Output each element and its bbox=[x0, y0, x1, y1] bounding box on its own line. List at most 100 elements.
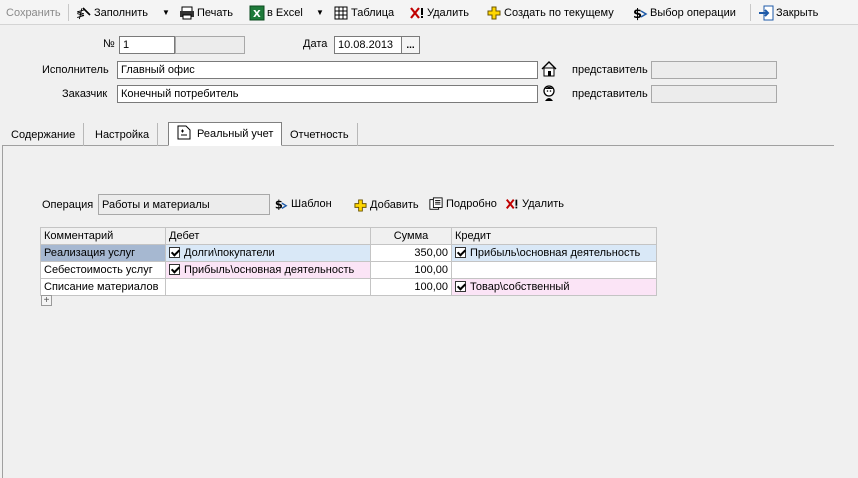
credit-checkbox[interactable] bbox=[455, 247, 466, 258]
delete-icon bbox=[409, 5, 425, 21]
document-icon bbox=[177, 125, 191, 143]
column-header-credit[interactable]: Кредит bbox=[451, 227, 657, 245]
sum-cell[interactable]: 100,00 bbox=[370, 261, 452, 279]
executor-field[interactable]: Главный офис bbox=[117, 61, 538, 79]
plus-icon bbox=[486, 5, 502, 21]
save-label: Сохранить bbox=[6, 6, 61, 19]
add-button[interactable]: Добавить bbox=[353, 198, 419, 212]
create-from-current-button[interactable]: Создать по текущему bbox=[486, 3, 614, 22]
details-icon bbox=[429, 197, 443, 211]
column-header-debit[interactable]: Дебет bbox=[165, 227, 371, 245]
date-picker-button[interactable]: ... bbox=[401, 36, 420, 54]
template-button[interactable]: $ Шаблон bbox=[274, 197, 332, 211]
tab-content-label: Содержание bbox=[11, 128, 76, 141]
excel-button[interactable]: X в Excel bbox=[249, 3, 303, 22]
debit-cell[interactable] bbox=[165, 278, 371, 296]
excel-dropdown-arrow[interactable]: ▼ bbox=[316, 3, 324, 22]
sum-cell[interactable]: 100,00 bbox=[370, 278, 452, 296]
add-label: Добавить bbox=[370, 199, 419, 211]
executor-representative-label: представитель bbox=[572, 64, 648, 76]
delete-icon bbox=[505, 197, 519, 211]
executor-label: Исполнитель bbox=[42, 64, 109, 76]
delete-button[interactable]: Удалить bbox=[409, 3, 469, 22]
operation-label: Операция bbox=[42, 199, 94, 211]
credit-cell[interactable] bbox=[451, 261, 657, 279]
table-icon bbox=[333, 5, 349, 21]
delete-entry-label: Удалить bbox=[522, 198, 564, 210]
credit-cell[interactable]: Прибыль\основная деятельность bbox=[451, 244, 657, 262]
number-field[interactable]: 1 bbox=[119, 36, 175, 54]
comment-cell[interactable]: Списание материалов bbox=[40, 278, 166, 296]
save-button[interactable]: Сохранить bbox=[6, 3, 61, 22]
number-label: № bbox=[103, 38, 115, 50]
credit-text: Прибыль\основная деятельность bbox=[470, 247, 641, 259]
template-label: Шаблон bbox=[291, 198, 332, 210]
right-margin bbox=[834, 145, 858, 478]
executor-representative-field bbox=[651, 61, 777, 79]
credit-text: Товар\собственный bbox=[470, 281, 570, 293]
debit-checkbox[interactable] bbox=[169, 247, 180, 258]
entries-table: Комментарий Дебет Сумма Кредит Реализаци… bbox=[40, 227, 657, 296]
number-suffix-field bbox=[175, 36, 245, 54]
print-label: Печать bbox=[197, 6, 234, 19]
table-row[interactable]: Реализация услуг Долги\покупатели 350,00… bbox=[40, 244, 657, 262]
close-button[interactable]: Закрыть bbox=[758, 3, 818, 22]
close-label: Закрыть bbox=[776, 6, 819, 19]
customer-representative-label: представитель bbox=[572, 88, 648, 100]
tab-settings-label: Настройка bbox=[95, 128, 150, 141]
toolbar-divider bbox=[750, 4, 751, 21]
excel-label: в Excel bbox=[267, 6, 303, 19]
person-icon[interactable] bbox=[540, 84, 558, 102]
comment-cell[interactable]: Себестоимость услуг bbox=[40, 261, 166, 279]
table-button[interactable]: Таблица bbox=[333, 3, 394, 22]
tab-reports-label: Отчетность bbox=[290, 128, 349, 141]
excel-icon: X bbox=[249, 5, 265, 21]
customer-field[interactable]: Конечный потребитель bbox=[117, 85, 538, 103]
column-header-comment[interactable]: Комментарий bbox=[40, 227, 166, 245]
credit-checkbox[interactable] bbox=[455, 281, 466, 292]
details-label: Подробно bbox=[446, 198, 497, 210]
table-row[interactable]: Себестоимость услуг Прибыль\основная дея… bbox=[40, 261, 657, 279]
debit-text: Прибыль\основная деятельность bbox=[184, 264, 355, 276]
fill-label: Заполнить bbox=[94, 6, 149, 19]
plus-icon bbox=[353, 198, 367, 212]
date-label: Дата bbox=[303, 38, 328, 50]
tab-real-accounting-label: Реальный учет bbox=[197, 128, 274, 140]
printer-icon bbox=[179, 5, 195, 21]
fill-dropdown-arrow[interactable]: ▼ bbox=[162, 3, 170, 22]
print-button[interactable]: Печать bbox=[179, 3, 233, 22]
operation-field[interactable]: Работы и материалы bbox=[98, 194, 270, 215]
select-operation-label: Выбор операции bbox=[650, 6, 736, 19]
sum-cell[interactable]: 350,00 bbox=[370, 244, 452, 262]
table-header-row: Комментарий Дебет Сумма Кредит bbox=[40, 227, 657, 245]
home-icon[interactable] bbox=[540, 60, 558, 78]
add-row-button[interactable]: + bbox=[41, 295, 52, 306]
customer-label: Заказчик bbox=[62, 88, 108, 100]
fill-icon: ≸ bbox=[76, 5, 92, 21]
details-button[interactable]: Подробно bbox=[429, 197, 497, 211]
credit-cell[interactable]: Товар\собственный bbox=[451, 278, 657, 296]
svg-text:X: X bbox=[253, 9, 261, 20]
debit-text: Долги\покупатели bbox=[184, 247, 275, 259]
svg-text:$: $ bbox=[275, 197, 283, 211]
table-label: Таблица bbox=[351, 6, 395, 19]
create-from-current-label: Создать по текущему bbox=[504, 6, 614, 19]
toolbar-divider bbox=[68, 4, 69, 21]
exit-icon bbox=[758, 5, 774, 21]
tab-content[interactable]: Содержание bbox=[3, 123, 85, 146]
date-field[interactable]: 10.08.2013 bbox=[334, 36, 402, 54]
debit-checkbox[interactable] bbox=[169, 264, 180, 275]
select-operation-button[interactable]: $ Выбор операции bbox=[632, 3, 736, 22]
tab-settings[interactable]: Настройка bbox=[87, 123, 159, 146]
comment-cell[interactable]: Реализация услуг bbox=[40, 244, 166, 262]
fill-button[interactable]: ≸ Заполнить bbox=[76, 3, 148, 22]
toolbar: Сохранить ≸ Заполнить ▼ Печать X в Excel… bbox=[0, 0, 858, 25]
debit-cell[interactable]: Долги\покупатели bbox=[165, 244, 371, 262]
debit-cell[interactable]: Прибыль\основная деятельность bbox=[165, 261, 371, 279]
tab-reports[interactable]: Отчетность bbox=[282, 123, 358, 146]
column-header-sum[interactable]: Сумма bbox=[370, 227, 452, 245]
customer-representative-field bbox=[651, 85, 777, 103]
tab-real-accounting[interactable]: Реальный учет bbox=[168, 122, 283, 146]
table-row[interactable]: Списание материалов 100,00 Товар\собстве… bbox=[40, 278, 657, 296]
delete-entry-button[interactable]: Удалить bbox=[505, 197, 564, 211]
